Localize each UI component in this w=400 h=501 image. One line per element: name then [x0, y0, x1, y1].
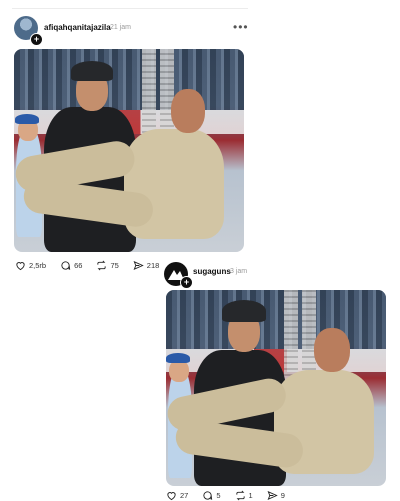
more-icon[interactable]: •••	[233, 20, 249, 34]
post-photo[interactable]	[166, 290, 386, 486]
repost-count: 75	[110, 261, 119, 270]
plus-icon[interactable]: +	[180, 276, 193, 289]
share-icon	[133, 260, 144, 271]
repost-icon	[97, 260, 107, 271]
share-button[interactable]: 9	[267, 490, 285, 501]
comment-count: 5	[216, 491, 221, 500]
like-count: 27	[180, 491, 189, 500]
post-actions: 2,5rb 66 75 218	[15, 260, 173, 271]
comment-count: 66	[74, 261, 83, 270]
share-button[interactable]: 218	[133, 260, 160, 271]
heart-icon	[16, 262, 25, 271]
username[interactable]: sugaguns	[193, 267, 231, 276]
like-button[interactable]: 2,5rb	[15, 260, 46, 271]
repost-icon	[235, 490, 245, 501]
share-count: 218	[146, 261, 160, 270]
comment-button[interactable]: 5	[202, 490, 221, 501]
comment-icon	[203, 491, 213, 500]
plus-icon[interactable]: +	[30, 33, 43, 46]
like-count: 2,5rb	[29, 261, 47, 270]
like-button[interactable]: 27	[166, 490, 188, 501]
post-actions: 27 5 1 9	[166, 490, 299, 501]
username[interactable]: afiqahqanitajazila	[44, 23, 111, 32]
comment-button[interactable]: 66	[60, 260, 82, 271]
post-time: 21 jam	[110, 24, 132, 31]
share-count: 9	[280, 491, 285, 500]
comment-icon	[61, 261, 71, 270]
post-1: + afiqahqanitajazila 21 jam ••• 2,5rb 66…	[0, 0, 260, 280]
heart-icon	[167, 492, 176, 501]
share-icon	[267, 490, 278, 501]
repost-button[interactable]: 1	[235, 490, 253, 501]
post-photo[interactable]	[14, 49, 244, 252]
post-time: 3 jam	[230, 268, 248, 275]
repost-button[interactable]: 75	[96, 260, 119, 271]
repost-count: 1	[248, 491, 253, 500]
